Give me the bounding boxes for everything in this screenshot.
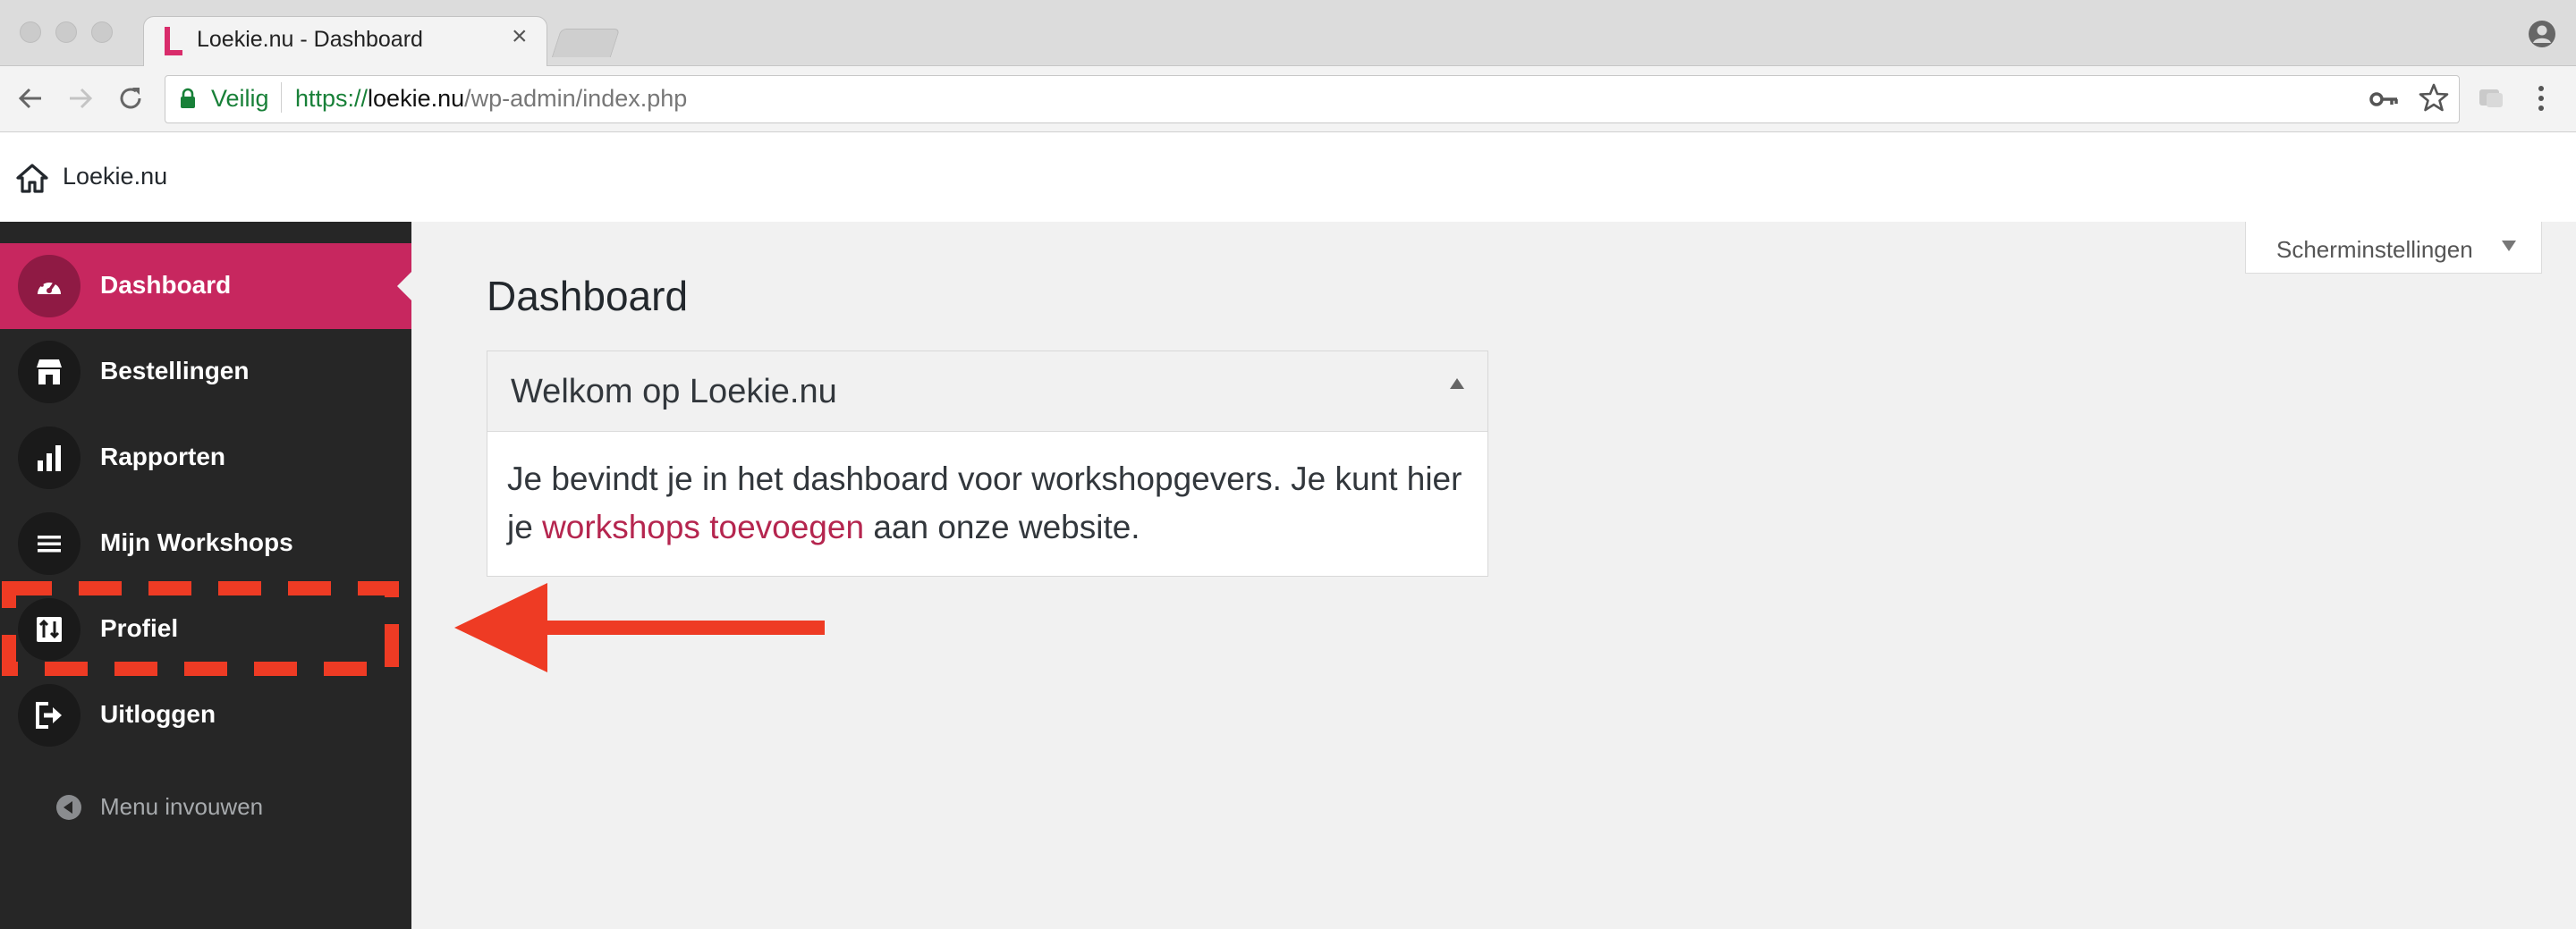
sidebar-item-label: Mijn Workshops [100, 528, 293, 556]
dashboard-gauge-icon [18, 255, 80, 317]
forward-arrow-icon[interactable] [64, 82, 97, 114]
url-separator [281, 82, 282, 113]
welcome-panel-header[interactable]: Welkom op Loekie.nu [487, 351, 1487, 432]
collapse-menu-label[interactable]: Menu invouwen [100, 793, 263, 821]
caret-down-icon [2502, 241, 2516, 251]
browser-menu-icon[interactable] [2533, 82, 2549, 114]
loekie-favicon-icon [165, 27, 182, 55]
password-key-icon[interactable] [2368, 86, 2399, 113]
url-path: /wp-admin/index.php [464, 85, 688, 112]
sidebar-item-label: Uitloggen [100, 700, 216, 728]
back-arrow-icon[interactable] [14, 82, 47, 114]
annotation-dashed-highlight [2, 581, 399, 676]
welcome-text-after: aan onze website. [864, 509, 1140, 545]
active-menu-pointer [397, 272, 411, 300]
screen-options-button[interactable]: Scherminstellingen [2245, 222, 2542, 274]
home-icon[interactable] [16, 163, 48, 193]
sidebar-item-dashboard[interactable]: Dashboard [0, 243, 411, 329]
browser-profile-icon[interactable] [2528, 20, 2556, 48]
screen-options-label: Scherminstellingen [2276, 236, 2473, 263]
sidebar-item-label: Dashboard [100, 271, 232, 299]
welcome-panel: Welkom op Loekie.nu Je bevindt je in het… [487, 350, 1488, 577]
sidebar-item-uitloggen[interactable]: Uitloggen [0, 672, 411, 758]
window-close-button[interactable] [20, 21, 41, 43]
secure-label: Veilig [211, 85, 269, 112]
url-host: loekie.nu [368, 85, 465, 112]
tab-title: Loekie.nu - Dashboard [197, 27, 423, 52]
lock-icon [181, 88, 195, 108]
admin-sidebar: Dashboard Bestellingen Rapporten Mijn Wo… [0, 222, 411, 929]
annotation-arrow-icon [454, 583, 825, 672]
store-icon [18, 341, 80, 403]
bar-chart-icon [18, 426, 80, 489]
tab-close-icon[interactable]: × [512, 23, 528, 50]
window-maximize-button[interactable] [91, 21, 113, 43]
sidebar-item-label: Bestellingen [100, 357, 250, 384]
sidebar-item-bestellingen[interactable]: Bestellingen [0, 329, 411, 415]
new-tab-button[interactable] [551, 29, 621, 57]
url-text[interactable]: https://loekie.nu/wp-admin/index.php [295, 85, 687, 113]
add-workshops-link[interactable]: workshops toevoegen [542, 509, 864, 545]
panel-toggle-arrow-icon[interactable] [1450, 378, 1464, 389]
admin-bar-site-name[interactable]: Loekie.nu [63, 163, 167, 190]
sidebar-item-rapporten[interactable]: Rapporten [0, 415, 411, 501]
welcome-panel-title: Welkom op Loekie.nu [511, 373, 837, 410]
welcome-panel-text: Je bevindt je in het dashboard voor work… [507, 455, 1464, 552]
admin-bar [0, 132, 2576, 222]
collapse-menu-icon[interactable] [55, 794, 82, 821]
logout-icon [18, 684, 80, 747]
url-protocol: https:// [295, 85, 369, 112]
list-menu-icon [18, 512, 80, 575]
extension-icon[interactable] [2478, 86, 2504, 111]
sidebar-item-label: Rapporten [100, 443, 225, 470]
sidebar-item-mijn-workshops[interactable]: Mijn Workshops [0, 501, 411, 587]
page-title: Dashboard [487, 273, 689, 319]
bookmark-star-icon[interactable] [2419, 82, 2449, 113]
window-minimize-button[interactable] [55, 21, 77, 43]
reload-icon[interactable] [114, 82, 147, 114]
